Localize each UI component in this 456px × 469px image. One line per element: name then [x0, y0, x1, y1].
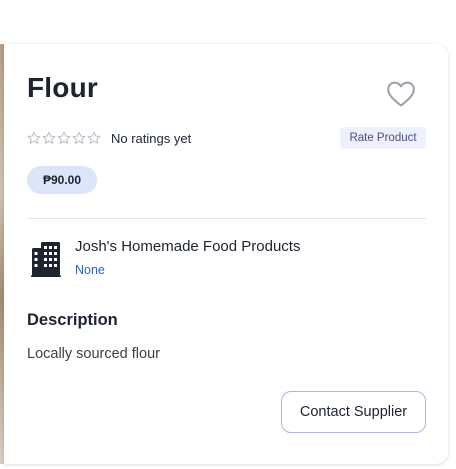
product-title: Flour: [27, 72, 98, 103]
supplier-name[interactable]: Josh's Homemade Food Products: [75, 238, 300, 255]
star-icon: [57, 131, 71, 145]
rating-text: No ratings yet: [111, 130, 192, 146]
supplier-location-link[interactable]: None: [75, 263, 105, 277]
rating-row: No ratings yet: [27, 129, 191, 147]
star-icon: [27, 131, 41, 145]
heart-outline-icon[interactable]: [386, 80, 416, 108]
star-icon: [42, 131, 56, 145]
product-page: Flour No ratings yet Rate Product ₱90.00…: [0, 0, 456, 469]
rate-product-button[interactable]: Rate Product: [340, 127, 426, 149]
contact-supplier-button[interactable]: Contact Supplier: [281, 391, 426, 433]
rating-stars: [27, 131, 101, 145]
description-heading: Description: [27, 311, 118, 329]
star-icon: [72, 131, 86, 145]
star-icon: [87, 131, 101, 145]
building-icon: [31, 242, 61, 277]
price-badge: ₱90.00: [27, 166, 97, 194]
product-card: Flour No ratings yet Rate Product ₱90.00…: [4, 44, 448, 464]
description-text: Locally sourced flour: [27, 346, 160, 362]
divider: [27, 218, 426, 219]
